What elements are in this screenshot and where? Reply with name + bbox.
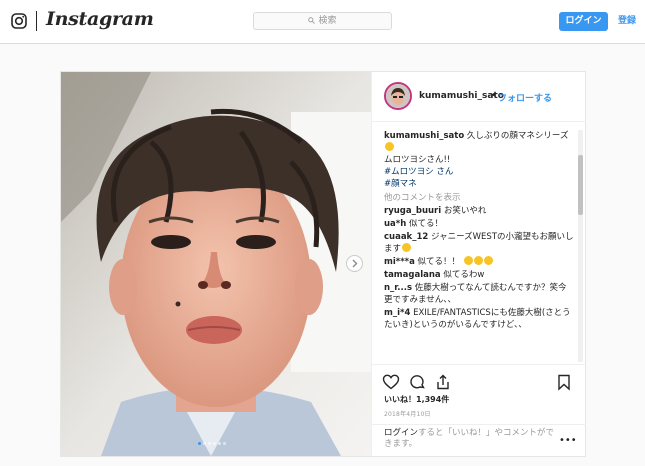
logo-divider (36, 11, 37, 31)
sunglasses-emoji-icon (385, 142, 394, 151)
comments-scrollbar[interactable] (578, 130, 583, 362)
post-header: kumamushi_sato • フォローする (372, 72, 586, 122)
comment-username[interactable]: cuaak_12 (384, 232, 428, 242)
carousel-dot (203, 442, 206, 445)
comment-username[interactable]: tamagalana (384, 270, 441, 280)
search-placeholder: 検索 (318, 16, 337, 26)
caption-line2: ムロツヨシさん!! (384, 155, 451, 165)
grin-emoji-icon (483, 256, 493, 265)
comment-text: 佐藤大樹ってなんて読むんですか？笑今更ですみません、、 (384, 283, 567, 305)
login-prompt-link[interactable]: ログイン (384, 428, 418, 438)
portrait-image (61, 72, 371, 456)
hashtag-link[interactable]: #顔マネ (384, 178, 574, 190)
share-icon[interactable] (434, 373, 452, 391)
comment-text: お笑いやれ (441, 206, 487, 216)
grin-emoji-icon (463, 256, 473, 265)
comment-username[interactable]: ryuga_buuri (384, 206, 441, 216)
comment-username[interactable]: n_r...s (384, 283, 412, 293)
comment-text: 似てるわw (440, 270, 485, 280)
comment-item: cuaak_12 ジャニーズWESTの小瀧望もお願いします (384, 231, 574, 255)
instagram-camera-icon[interactable] (11, 13, 27, 29)
post-photo[interactable] (61, 72, 371, 456)
login-prompt: ログインすると「いいね！」やコメントができます。 ••• (372, 424, 586, 456)
comment-item: m_i*4 EXILE/FANTASTICSにも佐藤大樹(さとうたいき)というの… (384, 307, 574, 331)
carousel-indicator (198, 442, 228, 446)
comment-item: n_r...s 佐藤大樹ってなんて読むんですか？笑今更ですみません、、 (384, 282, 574, 306)
post-sidebar: kumamushi_sato • フォローする kumamushi_sato 久… (371, 72, 586, 456)
comment-username[interactable]: mi***a (384, 257, 415, 267)
follow-button[interactable]: フォローする (498, 91, 552, 104)
caption-text: 久しぶりの顔マネシリーズ (464, 131, 569, 141)
header-separator: • (491, 91, 497, 101)
comment-text: 似てる！ (406, 219, 443, 229)
carousel-dot (198, 442, 201, 445)
heart-icon[interactable] (382, 373, 400, 391)
caption-username[interactable]: kumamushi_sato (384, 131, 464, 141)
search-icon (308, 17, 316, 24)
scrollbar-thumb[interactable] (578, 155, 583, 215)
comment-username[interactable]: m_i*4 (384, 308, 410, 318)
bookmark-icon[interactable] (555, 373, 573, 391)
avatar[interactable] (384, 82, 412, 110)
smile-emoji-icon (402, 243, 412, 252)
comment-username[interactable]: ua*h (384, 219, 406, 229)
post-date: 2018年4月10日 (384, 411, 431, 418)
grin-emoji-icon (473, 256, 483, 265)
comment-item: tamagalana 似てるわw (384, 269, 574, 281)
comment-icon[interactable] (408, 373, 426, 391)
carousel-dot (223, 442, 226, 445)
more-options-icon[interactable]: ••• (559, 435, 577, 446)
chevron-right-icon (352, 259, 358, 268)
post-card: kumamushi_sato • フォローする kumamushi_sato 久… (60, 71, 586, 457)
comment-item: ryuga_buuri お笑いやれ (384, 205, 574, 217)
comment-item: ua*h 似てる！ (384, 218, 574, 230)
top-navbar: Instagram 検索 ログイン 登録 (0, 0, 645, 44)
search-input[interactable]: 検索 (253, 12, 392, 30)
carousel-dot (213, 442, 216, 445)
carousel-dot (208, 442, 211, 445)
hashtag-link[interactable]: #ムロツヨシ さん (384, 166, 574, 178)
comment-text: 似てる！！ (414, 257, 461, 267)
instagram-wordmark[interactable]: Instagram (46, 8, 154, 30)
avatar-image (386, 84, 410, 108)
likes-count[interactable]: いいね！1,394件 (384, 394, 449, 405)
carousel-dot (218, 442, 221, 445)
comment-text: EXILE/FANTASTICSにも佐藤大樹(さとうたいき)というのがいるんです… (384, 308, 571, 330)
signup-link[interactable]: 登録 (618, 12, 636, 31)
comments-list[interactable]: kumamushi_sato 久しぶりの顔マネシリーズ ムロツヨシさん!! #ム… (384, 130, 574, 362)
next-slide-button[interactable] (346, 255, 363, 272)
caption: kumamushi_sato 久しぶりの顔マネシリーズ ムロツヨシさん!! #ム… (384, 130, 574, 190)
comment-item: mi***a 似てる！！ (384, 256, 574, 268)
load-more-comments[interactable]: 他のコメントを表示 (384, 192, 574, 204)
login-button[interactable]: ログイン (559, 12, 608, 31)
